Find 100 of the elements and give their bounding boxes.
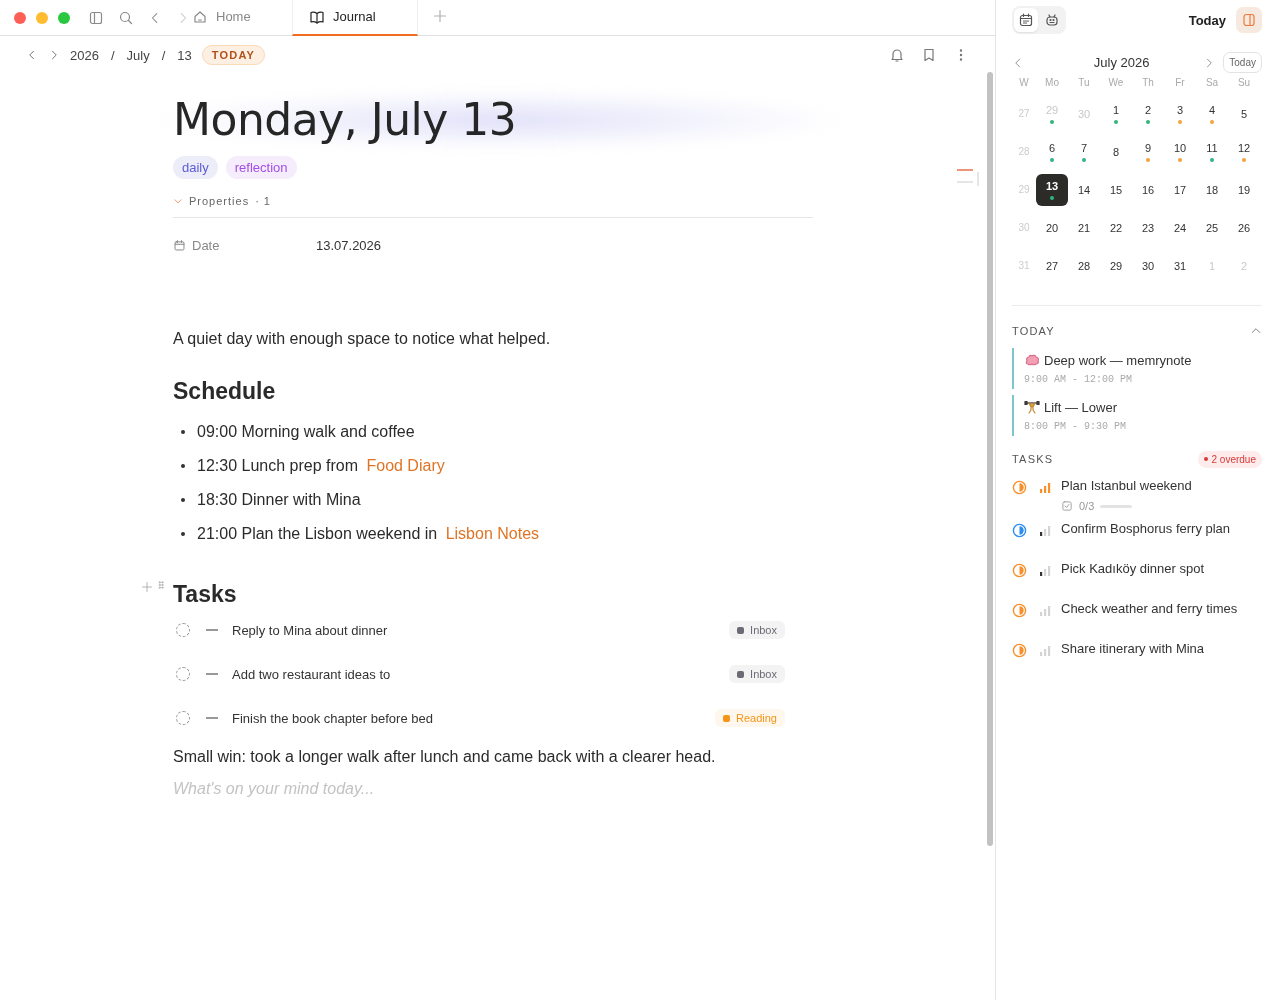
weekday-header: Th	[1141, 77, 1155, 90]
calendar-day[interactable]: 29	[1100, 250, 1132, 282]
event-time: 9:00 AM - 12:00 PM	[1024, 374, 1134, 385]
outline-marker-icon[interactable]	[956, 168, 980, 186]
breadcrumb-separator: /	[161, 47, 166, 63]
overdue-badge[interactable]: 2 overdue	[1197, 450, 1262, 468]
properties-label[interactable]: Properties	[189, 195, 250, 207]
breadcrumb-link[interactable]: 13	[177, 47, 192, 63]
drag-handle-icon[interactable]	[157, 581, 165, 589]
status-icon[interactable]	[1012, 480, 1027, 495]
status-icon[interactable]	[1012, 643, 1027, 658]
weekday-header: Fr	[1174, 77, 1186, 90]
sidebar-title: Today	[1188, 12, 1226, 28]
weekday-header: Mo	[1044, 77, 1060, 90]
weekday-header: W	[1018, 77, 1030, 90]
task-title[interactable]: Confirm Bosphorus ferry plan	[1061, 521, 1231, 536]
calendar-day[interactable]: 31	[1164, 250, 1196, 282]
project-tag[interactable]: Inbox	[729, 621, 785, 639]
calendar-day[interactable]: 20	[1036, 212, 1068, 244]
calendar-day[interactable]: 23	[1132, 212, 1164, 244]
event-card[interactable]: Deep work — memrynote 9:00 AM - 12:00 PM	[1012, 348, 1262, 389]
plus-icon[interactable]	[432, 7, 448, 24]
bell-icon[interactable]	[889, 47, 905, 63]
calendar-day[interactable]: 28	[1068, 250, 1100, 282]
list-item: 09:00 Morning walk and coffee	[197, 423, 415, 441]
calendar-day[interactable]: 11	[1196, 136, 1228, 168]
calendar-day[interactable]: 13	[1036, 174, 1068, 206]
tab[interactable]: Home	[192, 0, 292, 36]
calendar-day[interactable]: 19	[1228, 174, 1260, 206]
calendar-day[interactable]: 3	[1164, 98, 1196, 130]
tag-chip[interactable]: reflection	[225, 156, 297, 179]
list-item: 21:00 Plan the Lisbon weekend in Lisbon Notes	[197, 525, 540, 543]
calendar-day[interactable]: 6	[1036, 136, 1068, 168]
today-badge: TODAY	[201, 45, 266, 65]
calendar-day[interactable]: 26	[1228, 212, 1260, 244]
task-title[interactable]: Pick Kadıköy dinner spot	[1061, 561, 1205, 576]
calendar-day[interactable]: 16	[1132, 174, 1164, 206]
minimize-button[interactable]	[36, 11, 48, 24]
month-title: July 2026	[1092, 55, 1151, 70]
task-title[interactable]: Check weather and ferry times	[1061, 601, 1238, 616]
property-value[interactable]: 13.07.2026	[316, 238, 382, 253]
event-title: Lift — Lower	[1044, 399, 1117, 415]
calendar-day[interactable]: 24	[1164, 212, 1196, 244]
close-button[interactable]	[14, 11, 26, 24]
search-icon[interactable]	[118, 9, 134, 26]
bullet-icon	[181, 464, 185, 468]
status-icon[interactable]	[1012, 603, 1027, 618]
tab[interactable]: Journal	[292, 0, 418, 36]
status-icon[interactable]	[1012, 523, 1027, 538]
list-item: 18:30 Dinner with Mina	[197, 491, 361, 509]
calendar-day[interactable]: 21	[1068, 212, 1100, 244]
calendar-day[interactable]: 5	[1228, 98, 1260, 130]
today-button[interactable]: Today	[1223, 52, 1262, 73]
calendar-day[interactable]: 7	[1068, 136, 1100, 168]
calendar-day[interactable]: 10	[1164, 136, 1196, 168]
section-label: TODAY	[1012, 325, 1055, 337]
property-name: Date	[192, 238, 220, 253]
task-title[interactable]: Reply to Mina about dinner	[232, 622, 388, 638]
sidebar-toggle-icon[interactable]	[88, 9, 104, 26]
breadcrumb-link[interactable]: 2026	[70, 47, 99, 63]
zoom-button[interactable]	[58, 11, 70, 24]
properties-count: · 1	[255, 195, 271, 207]
task-title[interactable]: Add two restaurant ideas to	[232, 666, 391, 682]
add-block-icon[interactable]	[141, 581, 153, 593]
event-card[interactable]: Lift — Lower 8:00 PM - 9:30 PM	[1012, 395, 1262, 436]
section-heading: Tasks	[173, 581, 237, 608]
breadcrumb-link[interactable]: July	[126, 47, 150, 63]
weekday-header: Sa	[1204, 77, 1220, 90]
panel-toggle-button[interactable]	[1236, 7, 1262, 33]
calendar-day[interactable]: 18	[1196, 174, 1228, 206]
bullet-icon	[181, 430, 185, 434]
priority-dash-icon	[206, 717, 218, 719]
list-item: 12:30 Lunch prep from Food Diary	[197, 457, 445, 475]
task-title[interactable]: Plan Istanbul weekend	[1061, 478, 1192, 493]
project-tag[interactable]: Inbox	[729, 665, 785, 683]
calendar-day[interactable]: 4	[1196, 98, 1228, 130]
calendar-icon	[1018, 12, 1034, 28]
chevron-down-icon[interactable]	[173, 196, 183, 206]
calendar-mode-button[interactable]	[1014, 8, 1038, 32]
calendar-day[interactable]: 2	[1132, 98, 1164, 130]
calendar-day[interactable]: 15	[1100, 174, 1132, 206]
task-title[interactable]: Finish the book chapter before bed	[232, 710, 433, 726]
calendar-day[interactable]: 8	[1100, 136, 1132, 168]
tag-chip[interactable]: daily	[173, 156, 218, 179]
bookmark-icon[interactable]	[921, 47, 937, 63]
weekday-header: We	[1107, 77, 1125, 90]
section-heading: Schedule	[173, 378, 277, 405]
calendar-day[interactable]: 25	[1196, 212, 1228, 244]
task-title[interactable]: Share itinerary with Mina	[1061, 641, 1205, 656]
subtask-count: 0/3	[1079, 500, 1095, 512]
calendar-day[interactable]: 12	[1228, 136, 1260, 168]
calendar-day[interactable]: 17	[1164, 174, 1196, 206]
calendar-day[interactable]: 30	[1132, 250, 1164, 282]
calendar-day[interactable]: 1	[1100, 98, 1132, 130]
calendar-day[interactable]: 27	[1036, 250, 1068, 282]
calendar-day[interactable]: 22	[1100, 212, 1132, 244]
calendar-day[interactable]: 9	[1132, 136, 1164, 168]
calendar-day[interactable]: 14	[1068, 174, 1100, 206]
scrollbar[interactable]	[987, 72, 993, 846]
status-icon[interactable]	[1012, 563, 1027, 578]
